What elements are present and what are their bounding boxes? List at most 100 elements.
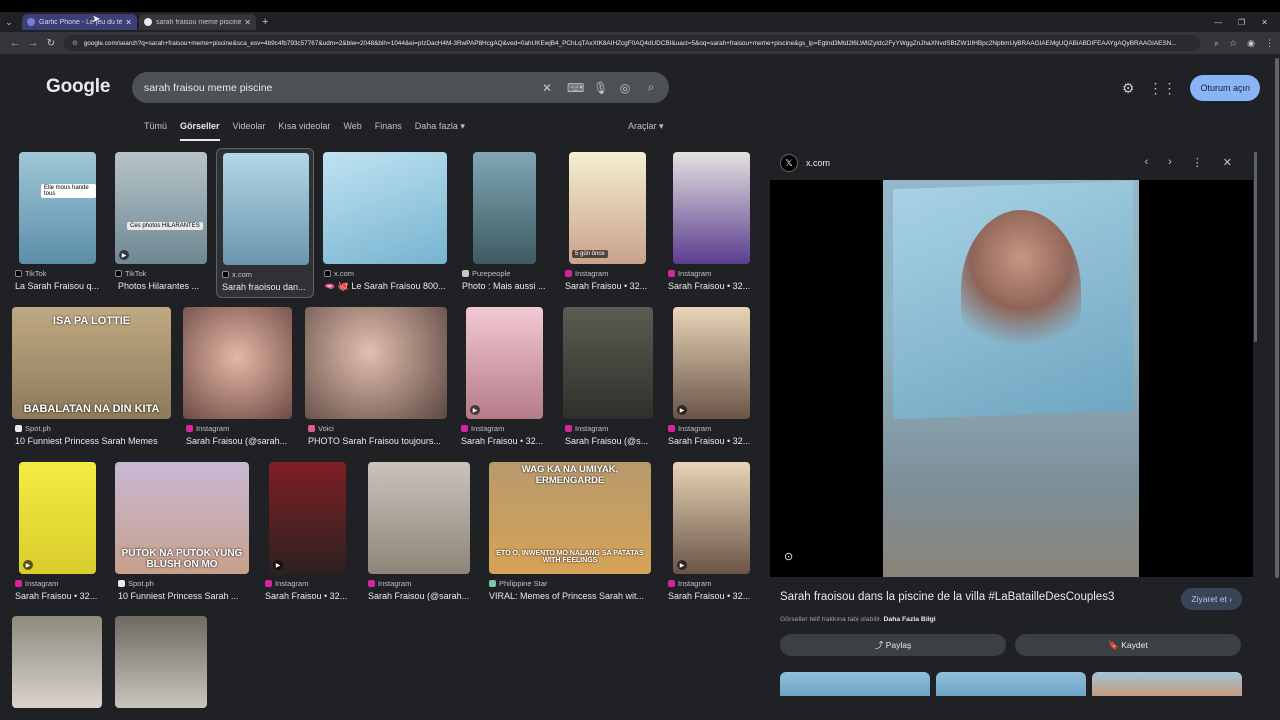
image-result[interactable]: Ces photos HILARANTES ▶ TikTok Photos Hi… [115,150,211,295]
tools-button[interactable]: Araçlar ▾ [628,121,664,132]
image-result[interactable]: ▶ Instagram Sarah Fraisou • 32... [12,460,107,605]
close-icon[interactable]: ✕ [1223,156,1232,169]
search-input[interactable]: sarah fraisou meme piscine [144,82,527,94]
search-box[interactable]: sarah fraisou meme piscine ✕ ⌨ 🎙 ◎ ⌕ [132,72,669,103]
visit-label: Ziyaret et [1191,594,1227,604]
image-result[interactable]: Purepeople Photo : Mais aussi ... [459,150,551,295]
result-title: PHOTO Sarah Fraisou toujours... [308,436,441,446]
lens-search-icon[interactable]: ⊙ [784,550,793,563]
bookmark-star-icon[interactable]: ☆ [1229,38,1237,49]
reload-icon[interactable]: ↻ [42,38,60,49]
share-button[interactable]: ⤴ Paylaş [780,634,1006,656]
result-source: Voici [308,424,334,433]
image-result[interactable]: PUTOK NA PUTOK YUNG BLUSH ON MO Spot.ph … [115,460,255,605]
result-source: Instagram [15,579,58,588]
search-icon[interactable]: ⌕ [645,80,657,95]
tab-web[interactable]: Web [343,121,361,141]
tab-finance[interactable]: Finans [375,121,402,141]
related-image[interactable] [936,672,1086,696]
forward-icon[interactable]: → [24,38,42,49]
save-label: Kaydet [1121,640,1148,650]
video-icon: ▶ [273,560,283,570]
keyboard-icon[interactable]: ⌨ [567,81,584,95]
image-result[interactable]: 5 gün önce Instagram Sarah Fraisou • 32.… [563,150,655,295]
zoom-icon[interactable]: ⌕ [1214,38,1219,49]
video-icon: ▶ [119,250,129,260]
microphone-icon[interactable]: 🎙 [593,81,608,95]
image-result[interactable]: ▶ Instagram Sarah Fraisou • 32... [666,305,758,450]
save-button[interactable]: 🔖 Kaydet [1015,634,1241,656]
related-image[interactable] [1092,672,1242,696]
result-source: Instagram [668,579,711,588]
related-image[interactable] [780,672,930,696]
site-info-icon[interactable]: ⚙ [72,39,78,47]
image-result[interactable] [12,616,104,708]
time-badge: 5 gün önce [572,250,608,258]
lens-icon[interactable]: ◎ [619,81,631,95]
preview-image[interactable]: ⊙ [770,180,1253,577]
preview-source[interactable]: 𝕏 x.com [780,154,830,172]
result-thumbnail: ▶ [466,307,543,419]
image-result[interactable]: ▶ Instagram Sarah Fraisou • 32... [262,460,357,605]
profile-icon[interactable]: ◉ [1247,38,1255,49]
result-thumbnail [473,152,536,264]
image-result[interactable]: Instagram Sarah Fraisou (@sarah... [366,460,476,605]
tab-more[interactable]: Daha fazla ▾ [415,121,465,141]
close-window-icon[interactable]: ✕ [1261,18,1268,27]
tab-all[interactable]: Tümü [144,121,167,141]
result-source: Philippine Star [489,579,547,588]
image-result[interactable]: ▶ Instagram Sarah Fraisou • 32... [666,460,758,605]
meme-bottom-text: BABALATAN NA DIN KITA [23,403,160,415]
more-options-icon[interactable]: ⋮ [1192,156,1203,169]
tab-short-videos[interactable]: Kısa videolar [278,121,330,141]
panel-scrollbar[interactable] [1254,152,1257,342]
close-tab-icon[interactable]: ✕ [125,18,132,27]
image-result[interactable] [115,616,207,708]
gear-icon[interactable]: ⚙ [1122,80,1135,97]
image-result[interactable]: Elle mous hande tous TikTok La Sarah Fra… [12,150,107,295]
share-icon: ⤴ [874,640,884,650]
back-icon[interactable]: ← [6,38,24,49]
sign-in-button[interactable]: Oturum açın [1190,75,1260,101]
learn-more-link[interactable]: Daha Fazla Bilgi [884,616,936,623]
address-bar[interactable]: ⚙ google.com/search?q=sarah+fraisou+meme… [64,35,1201,51]
image-result[interactable]: ISA PA LOTTIE BABALATAN NA DIN KITA Spot… [12,305,172,450]
result-title: 10 Funniest Princess Sarah ... [118,591,239,601]
preview-title[interactable]: Sarah fraoisou dans la piscine de la vil… [780,591,1114,603]
image-result[interactable]: Instagram Sarah Fraisou (@s... [563,305,657,450]
image-result-selected[interactable]: x.com Sarah fraoisou dan... [216,148,314,298]
search-tabs: Tümü Görseller Videolar Kısa videolar We… [144,121,478,141]
meme-bottom-text: PUTOK NA PUTOK YUNG BLUSH ON MO [121,548,243,570]
image-result[interactable]: Instagram Sarah Fraisou (@sarah... [183,305,295,450]
restore-icon[interactable]: ❐ [1238,18,1245,27]
page-scrollbar[interactable] [1275,58,1279,578]
meme-top-text: ISA PA LOTTIE [52,315,131,327]
close-tab-icon[interactable]: ✕ [244,18,251,27]
image-result[interactable]: x.com 🫦 🐙 Le Sarah Fraisou 800... [321,150,449,295]
tab-videos[interactable]: Videolar [233,121,266,141]
next-icon[interactable]: › [1168,156,1172,169]
new-tab-icon[interactable]: + [262,16,268,28]
image-result[interactable]: Instagram Sarah Fraisou • 32... [666,150,758,295]
visit-button[interactable]: Ziyaret et › [1181,588,1242,610]
minimize-icon[interactable]: — [1214,18,1222,27]
tab-search-icon[interactable]: ⌄ [0,12,18,32]
image-result[interactable]: WAG KA NA UMIYAK, ERMENGARDE ETO O, INWE… [487,460,653,605]
result-source: Spot.ph [118,579,154,588]
tab-images[interactable]: Görseller [180,121,220,141]
previous-icon[interactable]: ‹ [1144,156,1148,169]
browser-tab-google[interactable]: sarah fraisou meme piscine - G ✕ [139,14,256,30]
mouse-cursor-icon: ➤ [92,14,101,25]
result-source: Instagram [461,424,504,433]
clear-icon[interactable]: ✕ [541,81,553,95]
browser-tab-gartic[interactable]: Gartic Phone - Le jeu du téléph ✕ [22,14,137,30]
image-result[interactable]: ▶ Instagram Sarah Fraisou • 32... [461,305,553,450]
result-source: Purepeople [462,269,510,278]
top-strip [0,0,1280,12]
tab-bar: ⌄ Gartic Phone - Le jeu du téléph ✕ sara… [0,12,1280,32]
apps-grid-icon[interactable]: ⋮⋮ [1148,80,1176,97]
image-result[interactable]: Voici PHOTO Sarah Fraisou toujours... [305,305,450,450]
browser-menu-icon[interactable]: ⋮ [1265,38,1274,49]
result-title: 🫦 🐙 Le Sarah Fraisou 800... [324,281,446,291]
google-logo[interactable]: Google [46,76,110,98]
